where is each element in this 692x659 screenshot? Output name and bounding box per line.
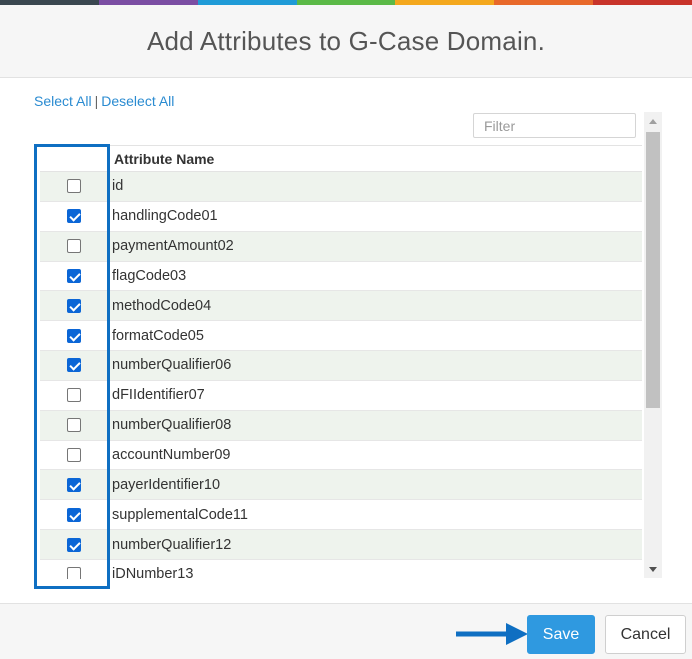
row-checkbox-cell xyxy=(40,239,108,254)
row-checkbox[interactable] xyxy=(67,268,81,283)
row-checkbox[interactable] xyxy=(67,358,81,373)
row-checkbox-cell xyxy=(40,418,108,433)
scroll-thumb[interactable] xyxy=(646,132,660,408)
attribute-grid: Attribute Name id handlingCode01 paymentAm… xyxy=(40,145,642,579)
attribute-name: handlingCode01 xyxy=(112,208,218,225)
row-checkbox-cell xyxy=(40,537,108,552)
selection-links: Select All | Deselect All xyxy=(34,93,174,109)
table-row[interactable]: formatCode05 xyxy=(40,321,642,352)
row-checkbox-cell xyxy=(40,328,108,343)
attribute-name: numberQualifier06 xyxy=(112,357,232,374)
attribute-name: payerIdentifier10 xyxy=(112,476,221,493)
table-row[interactable]: dFIIdentifier07 xyxy=(40,381,642,411)
table-row[interactable]: numberQualifier08 xyxy=(40,410,642,441)
row-checkbox-cell xyxy=(40,388,108,403)
row-checkbox[interactable] xyxy=(67,418,81,433)
row-checkbox-cell xyxy=(40,507,108,522)
attribute-name: flagCode03 xyxy=(112,267,187,284)
table-row[interactable]: numberQualifier12 xyxy=(40,530,642,560)
cancel-button[interactable]: Cancel xyxy=(605,615,686,654)
attribute-name: accountNumber09 xyxy=(112,447,231,464)
link-separator: | xyxy=(94,93,99,109)
row-checkbox-cell xyxy=(40,298,108,313)
save-button[interactable]: Save xyxy=(527,615,595,654)
row-checkbox-cell xyxy=(40,477,108,492)
row-checkbox[interactable] xyxy=(67,298,81,313)
row-checkbox[interactable] xyxy=(67,179,81,194)
attribute-name: paymentAmount02 xyxy=(112,238,234,255)
scroll-up-arrow-icon[interactable] xyxy=(644,112,662,130)
attribute-name: dFIIdentifier07 xyxy=(112,387,205,404)
table-row[interactable]: supplementalCode11 xyxy=(40,500,642,531)
row-checkbox-cell xyxy=(40,567,108,579)
table-row[interactable]: accountNumber09 xyxy=(40,441,642,471)
grid-header: Attribute Name xyxy=(40,145,642,172)
attribute-name: numberQualifier12 xyxy=(112,536,232,553)
select-all-link[interactable]: Select All xyxy=(34,93,92,109)
row-checkbox-cell xyxy=(40,209,108,224)
table-row[interactable]: id xyxy=(40,172,642,202)
grid-rows: id handlingCode01 paymentAmount02 flagCode0… xyxy=(40,172,642,579)
dialog-title: Add Attributes to G-Case Domain. xyxy=(146,25,546,56)
deselect-all-link[interactable]: Deselect All xyxy=(101,93,174,109)
row-checkbox[interactable] xyxy=(67,388,81,403)
dialog-header: Add Attributes to G-Case Domain. xyxy=(0,5,692,78)
row-checkbox[interactable] xyxy=(67,448,81,463)
row-checkbox-cell xyxy=(40,448,108,463)
attribute-name: numberQualifier08 xyxy=(112,417,232,434)
grid-scrollbar[interactable] xyxy=(644,112,662,578)
column-header-attribute-name[interactable]: Attribute Name xyxy=(114,151,214,167)
table-row[interactable]: iDNumber13 xyxy=(40,560,642,579)
table-row[interactable]: payerIdentifier10 xyxy=(40,470,642,501)
filter-input[interactable] xyxy=(473,113,636,138)
row-checkbox[interactable] xyxy=(67,477,81,492)
table-row[interactable]: paymentAmount02 xyxy=(40,231,642,262)
attribute-name: iDNumber13 xyxy=(112,566,194,579)
row-checkbox[interactable] xyxy=(67,328,81,343)
table-row[interactable]: handlingCode01 xyxy=(40,202,642,232)
attribute-name: methodCode04 xyxy=(112,297,212,314)
attribute-name: supplementalCode11 xyxy=(112,506,248,523)
row-checkbox-cell xyxy=(40,179,108,194)
table-row[interactable]: methodCode04 xyxy=(40,291,642,322)
attribute-name: id xyxy=(112,178,124,195)
scroll-down-arrow-icon[interactable] xyxy=(644,560,662,578)
row-checkbox[interactable] xyxy=(67,507,81,522)
row-checkbox[interactable] xyxy=(67,209,81,224)
arrow-right-icon xyxy=(456,623,528,645)
table-row[interactable]: numberQualifier06 xyxy=(40,351,642,381)
row-checkbox-cell xyxy=(40,268,108,283)
row-checkbox-cell xyxy=(40,358,108,373)
table-row[interactable]: flagCode03 xyxy=(40,262,642,292)
attribute-name: formatCode05 xyxy=(112,327,204,344)
row-checkbox[interactable] xyxy=(67,537,81,552)
row-checkbox[interactable] xyxy=(67,567,81,579)
row-checkbox[interactable] xyxy=(67,239,81,254)
